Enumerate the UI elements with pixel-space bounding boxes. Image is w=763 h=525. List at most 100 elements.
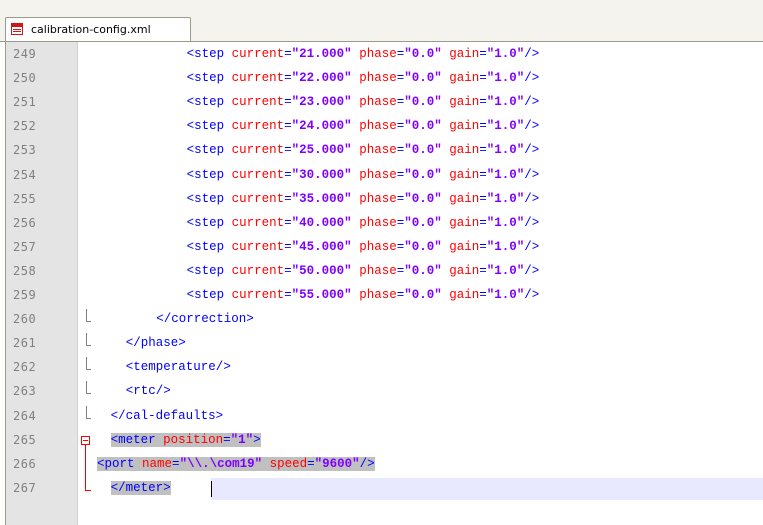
line-number: 260 xyxy=(13,312,37,327)
attr-value: "0.0" xyxy=(404,215,442,230)
attr-name: phase xyxy=(359,263,397,278)
code-line[interactable]: 261 </phase> xyxy=(6,333,763,357)
line-number: 258 xyxy=(13,263,37,278)
attr-value: "\\.\com19" xyxy=(179,456,263,471)
code-line[interactable]: 264 </cal-defaults> xyxy=(6,406,763,430)
code-line[interactable]: 256 <step current="40.000" phase="0.0" ga… xyxy=(6,213,763,237)
line-number: 262 xyxy=(13,360,37,375)
code-line[interactable]: 265 <meter position="1"> xyxy=(6,430,763,454)
code-text: <step current="45.000" phase="0.0" gain=… xyxy=(186,239,540,254)
attr-name: gain xyxy=(449,143,480,158)
code-line[interactable]: 259 <step current="55.000" phase="0.0" ga… xyxy=(6,285,763,309)
attr-value: "1.0" xyxy=(486,191,525,206)
xml-tag: <rtc/> xyxy=(125,384,171,399)
attr-value: "0.0" xyxy=(404,143,442,158)
xml-tag: <port xyxy=(97,456,135,471)
attr-name: gain xyxy=(449,71,480,86)
xml-tag: </correction> xyxy=(156,312,254,327)
attr-name: position xyxy=(163,432,224,447)
attr-value: "0.0" xyxy=(404,95,442,110)
tab-calibration-config[interactable]: calibration-config.xml xyxy=(5,17,191,41)
attr-value: "40.000" xyxy=(291,215,352,230)
code-line[interactable]: 254 <step current="30.000" phase="0.0" ga… xyxy=(6,165,763,189)
code-line[interactable]: 252 <step current="24.000" phase="0.0" ga… xyxy=(6,116,763,140)
attr-name: current xyxy=(231,71,285,86)
attr-value: "50.000" xyxy=(291,263,352,278)
xml-tag: <step xyxy=(186,71,225,86)
line-number: 261 xyxy=(13,336,37,351)
xml-tag: </cal-defaults> xyxy=(110,408,224,423)
fold-guide xyxy=(86,333,87,346)
code-line[interactable]: 262 <temperature/> xyxy=(6,357,763,381)
attr-value: "1.0" xyxy=(486,71,525,86)
attr-name: gain xyxy=(449,288,480,302)
attr-name: gain xyxy=(449,239,480,254)
xml-tag: <step xyxy=(186,47,225,61)
code-line[interactable]: 266 <port name="\\.\com19" speed="9600"/> xyxy=(6,454,763,478)
attr-value: "1.0" xyxy=(486,263,525,278)
code-text: <step current="25.000" phase="0.0" gain=… xyxy=(186,143,540,158)
xml-tag: <step xyxy=(186,239,225,254)
line-number: 253 xyxy=(13,143,37,158)
attr-name: name xyxy=(142,456,173,471)
line-number: 256 xyxy=(13,215,37,230)
attr-value: "22.000" xyxy=(291,71,352,86)
attr-name: phase xyxy=(359,47,397,61)
code-line[interactable]: 250 <step current="22.000" phase="0.0" ga… xyxy=(6,68,763,92)
code-editor[interactable]: 249 <step current="21.000" phase="0.0" ga… xyxy=(5,42,763,525)
code-line[interactable]: 258 <step current="50.000" phase="0.0" ga… xyxy=(6,261,763,285)
fold-guide xyxy=(86,381,87,394)
code-line[interactable]: 249 <step current="21.000" phase="0.0" ga… xyxy=(6,44,763,68)
code-text: </correction> xyxy=(156,312,254,326)
code-text: <port name="\\.\com19" speed="9600"/> xyxy=(97,456,375,471)
attr-value: "0.0" xyxy=(404,47,442,61)
attr-value: "0.0" xyxy=(404,239,442,254)
fold-guide xyxy=(86,321,91,323)
xml-tag-close: /> xyxy=(524,263,540,278)
attr-name: gain xyxy=(449,47,480,61)
code-text: <meter position="1"> xyxy=(110,432,261,447)
xml-file-icon xyxy=(11,23,23,35)
fold-guide xyxy=(86,369,91,371)
code-line[interactable]: 255 <step current="35.000" phase="0.0" ga… xyxy=(6,189,763,213)
code-line[interactable]: 260 </correction> xyxy=(6,309,763,333)
attr-name: gain xyxy=(449,119,480,134)
text-caret xyxy=(211,480,212,497)
attr-name: gain xyxy=(449,215,480,230)
attr-name: current xyxy=(231,119,285,134)
code-line[interactable]: 251 <step current="23.000" phase="0.0" ga… xyxy=(6,92,763,116)
code-line[interactable]: 257 <step current="45.000" phase="0.0" ga… xyxy=(6,237,763,261)
xml-tag-close: /> xyxy=(524,215,540,230)
code-line[interactable]: 253 <step current="25.000" phase="0.0" ga… xyxy=(6,140,763,164)
xml-tag: </meter> xyxy=(110,480,171,495)
attr-name: phase xyxy=(359,288,397,302)
attr-value: "21.000" xyxy=(291,47,352,61)
fold-collapse-icon[interactable] xyxy=(81,435,90,445)
xml-tag-close: > xyxy=(253,432,261,447)
attr-name: current xyxy=(231,191,285,206)
attr-value: "1.0" xyxy=(486,95,525,110)
attr-value: "24.000" xyxy=(291,119,352,134)
attr-name: current xyxy=(231,47,285,61)
fold-guide xyxy=(86,393,91,395)
code-line[interactable]: 263 <rtc/> xyxy=(6,381,763,405)
xml-tag-close: /> xyxy=(524,47,540,61)
xml-tag: </phase> xyxy=(125,336,186,351)
code-text: <temperature/> xyxy=(126,360,231,374)
line-number: 259 xyxy=(13,288,37,302)
tab-bar: calibration-config.xml xyxy=(0,12,763,42)
xml-tag: <step xyxy=(186,167,225,182)
attr-value: "1.0" xyxy=(486,215,525,230)
attr-name: phase xyxy=(359,215,397,230)
xml-tag-close: /> xyxy=(524,239,540,254)
attr-name: phase xyxy=(359,71,397,86)
fold-guide xyxy=(85,444,86,490)
attr-value: "55.000" xyxy=(291,288,352,302)
xml-tag: <step xyxy=(186,119,225,134)
line-number: 264 xyxy=(13,408,37,423)
attr-name: phase xyxy=(359,191,397,206)
xml-tag: <step xyxy=(186,191,225,206)
attr-value: "0.0" xyxy=(404,288,442,302)
code-line[interactable]: 267 </meter> xyxy=(6,478,763,502)
line-number: 254 xyxy=(13,167,37,182)
